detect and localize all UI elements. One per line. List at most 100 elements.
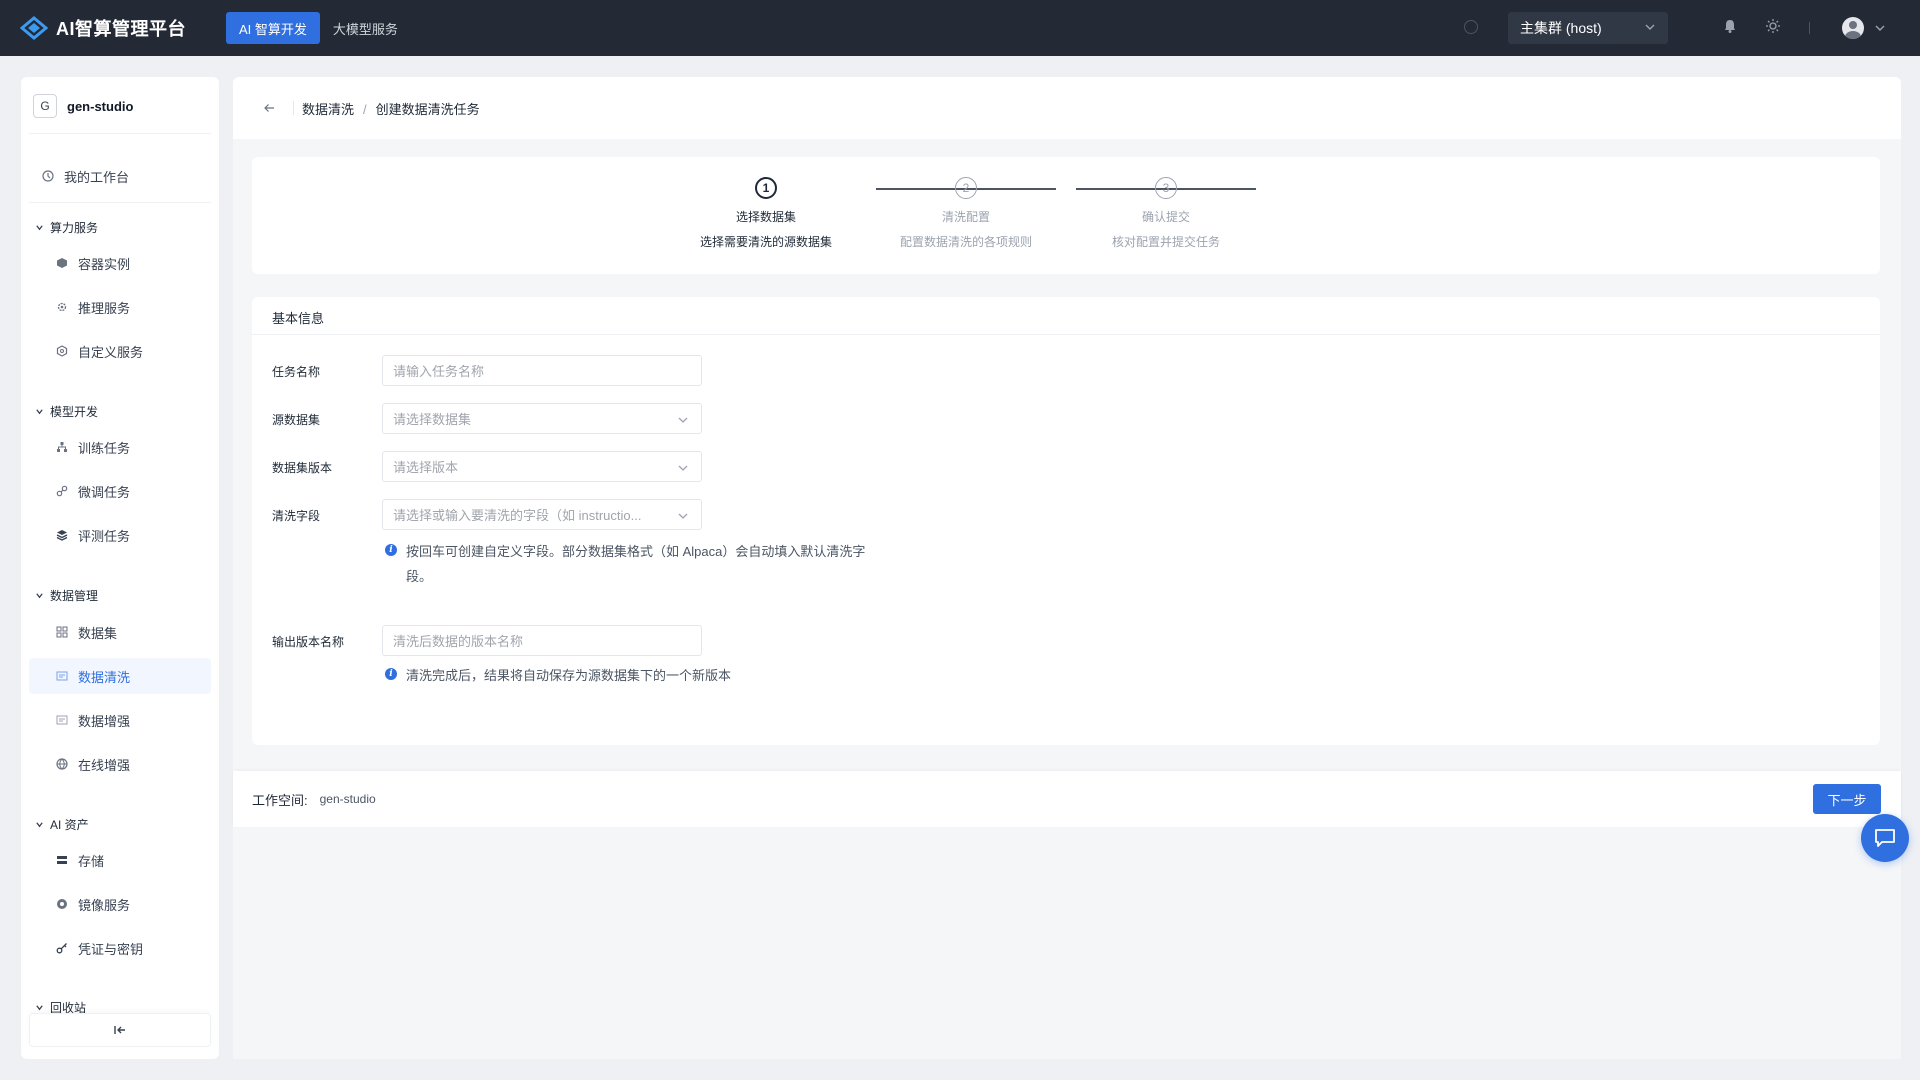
sidebar-item-label: 数据增强	[78, 713, 131, 729]
sidebar-item-storage[interactable]: 存储	[29, 842, 211, 878]
sidebar-item-custom-service[interactable]: 自定义服务	[29, 333, 211, 369]
output-version-input[interactable]: 清洗后数据的版本名称	[382, 625, 702, 656]
back-arrow-icon[interactable]	[263, 102, 275, 114]
task-name-input[interactable]: 请输入任务名称	[382, 355, 702, 386]
sidebar-collapse-button[interactable]	[29, 1013, 211, 1047]
cube-icon	[57, 258, 67, 268]
task-name-placeholder: 请输入任务名称	[393, 364, 485, 379]
chevron-down-icon	[36, 409, 43, 415]
clean-fields-label: 清洗字段	[272, 509, 321, 523]
footer-bar: 工作空间: gen-studio 下一步	[233, 771, 1901, 827]
step-select-dataset: 1 选择数据集 选择需要清洗的源数据集	[666, 177, 866, 250]
section-divider	[252, 334, 1880, 335]
dataset-version-placeholder: 请选择版本	[393, 460, 459, 475]
sidebar-item-label: 数据清洗	[78, 669, 131, 685]
sidebar-item-data-cleaning[interactable]: 数据清洗	[29, 658, 211, 694]
sidebar-item-label: 存储	[78, 853, 105, 869]
step-title: 确认提交	[1141, 210, 1190, 224]
step-clean-config: 2 清洗配置 配置数据清洗的各项规则	[866, 177, 1066, 250]
layers-icon	[56, 530, 68, 541]
chevron-down-icon	[1645, 24, 1655, 30]
sidebar-item-label: 自定义服务	[78, 344, 144, 360]
step-number: 2	[955, 177, 977, 199]
sidebar-item-container-instance[interactable]: 容器实例	[29, 245, 211, 281]
output-version-hint-text: 清洗完成后，结果将自动保存为源数据集下的一个新版本	[406, 668, 732, 683]
sidebar-item-label: 容器实例	[78, 256, 131, 272]
dataset-version-select[interactable]: 请选择版本	[382, 451, 702, 482]
basic-info-card: 基本信息 任务名称 请输入任务名称 源数据集 请选择数据集 数据集版本 请选择版…	[252, 297, 1880, 745]
bell-icon[interactable]	[1722, 18, 1738, 34]
sidebar-item-label: 镜像服务	[78, 897, 131, 913]
disc-icon	[57, 899, 67, 909]
globe-icon	[56, 758, 68, 770]
user-menu-chevron-icon[interactable]	[1874, 22, 1886, 34]
sidebar-divider	[29, 202, 211, 203]
breadcrumb: 数据清洗 / 创建数据清洗任务	[302, 99, 480, 118]
sidebar-item-dataset[interactable]: 数据集	[29, 614, 211, 650]
section-title: 基本信息	[272, 311, 325, 326]
sidebar-item-label: 在线增强	[78, 757, 131, 773]
header-divider	[293, 101, 294, 115]
clean-fields-select[interactable]: 请选择或输入要清洗的字段（如 instructio...	[382, 499, 702, 530]
sidebar-group-ai-assets[interactable]: AI 资产	[35, 816, 89, 833]
app-logo[interactable]: AI智算管理平台	[20, 15, 206, 41]
sidebar-item-label: 数据集	[78, 625, 118, 641]
info-icon: i	[385, 668, 397, 680]
logo-icon	[20, 16, 48, 40]
sidebar-group-data-management[interactable]: 数据管理	[35, 587, 98, 604]
chevron-down-icon	[678, 417, 688, 423]
sidebar-item-inference-service[interactable]: 推理服务	[29, 289, 211, 325]
step-number: 3	[1155, 177, 1177, 199]
sidebar-group-label: 算力服务	[50, 221, 99, 235]
sidebar-item-label: 我的工作台	[64, 169, 130, 185]
steps-card: 1 选择数据集 选择需要清洗的源数据集 2 清洗配置 配置数据清洗的各项规则 3…	[252, 157, 1880, 274]
sidebar-item-data-augment[interactable]: 数据增强	[29, 702, 211, 738]
chevron-down-icon	[678, 513, 688, 519]
output-version-hint: i 清洗完成后，结果将自动保存为源数据集下的一个新版本	[385, 666, 1006, 688]
cluster-selector[interactable]: 主集群 (host)	[1508, 12, 1668, 44]
info-icon: i	[385, 544, 397, 556]
sidebar-group-label: AI 资产	[50, 818, 89, 832]
sidebar-group-label: 模型开发	[50, 405, 99, 419]
search-icon[interactable]	[1464, 20, 1478, 34]
sidebar-item-label: 凭证与密钥	[78, 941, 144, 957]
theme-sun-icon[interactable]	[1765, 18, 1781, 34]
topnav-llm-service[interactable]: 大模型服务	[320, 12, 411, 44]
topbar-divider	[1809, 22, 1810, 34]
output-version-placeholder: 清洗后数据的版本名称	[393, 634, 524, 649]
chat-assistant-button[interactable]	[1861, 814, 1909, 862]
source-dataset-placeholder: 请选择数据集	[393, 412, 472, 427]
sidebar-item-online-augment[interactable]: 在线增强	[29, 746, 211, 782]
step-desc: 选择需要清洗的源数据集	[699, 235, 832, 249]
chevron-down-icon	[678, 465, 688, 471]
sidebar-group-compute[interactable]: 算力服务	[35, 219, 98, 236]
source-dataset-select[interactable]: 请选择数据集	[382, 403, 702, 434]
page-header: 数据清洗 / 创建数据清洗任务	[233, 77, 1901, 139]
next-step-button[interactable]: 下一步	[1813, 784, 1881, 814]
sidebar-item-evaluation[interactable]: 评测任务	[29, 517, 211, 553]
chevron-down-icon	[36, 1005, 43, 1011]
step-title: 清洗配置	[941, 210, 990, 224]
data-clean-icon	[56, 671, 68, 681]
sidebar-group-model-dev[interactable]: 模型开发	[35, 403, 98, 420]
user-avatar[interactable]	[1842, 17, 1864, 39]
topnav-ai-dev[interactable]: AI 智算开发	[226, 12, 320, 44]
sidebar-item-image-service[interactable]: 镜像服务	[29, 886, 211, 922]
sidebar-item-workbench[interactable]: 我的工作台	[29, 158, 211, 194]
chat-bubble-icon	[1875, 829, 1895, 847]
workbench-icon	[42, 170, 54, 182]
workspace-switcher[interactable]: G gen-studio	[33, 94, 133, 118]
workspace-label: 工作空间:	[252, 792, 308, 808]
sidebar-item-finetune[interactable]: 微调任务	[29, 473, 211, 509]
sidebar-item-training[interactable]: 训练任务	[29, 429, 211, 465]
sidebar-item-credentials[interactable]: 凭证与密钥	[29, 930, 211, 966]
workspace-badge: G	[33, 94, 57, 118]
step-title: 选择数据集	[735, 210, 796, 224]
sidebar-item-label: 微调任务	[78, 484, 131, 500]
breadcrumb-parent[interactable]: 数据清洗	[302, 102, 354, 117]
cluster-label: 主集群 (host)	[1520, 20, 1602, 36]
sidebar-group-label: 数据管理	[50, 589, 99, 603]
chevron-down-icon	[36, 593, 43, 599]
breadcrumb-current: 创建数据清洗任务	[375, 101, 480, 117]
workspace-name: gen-studio	[67, 98, 134, 114]
